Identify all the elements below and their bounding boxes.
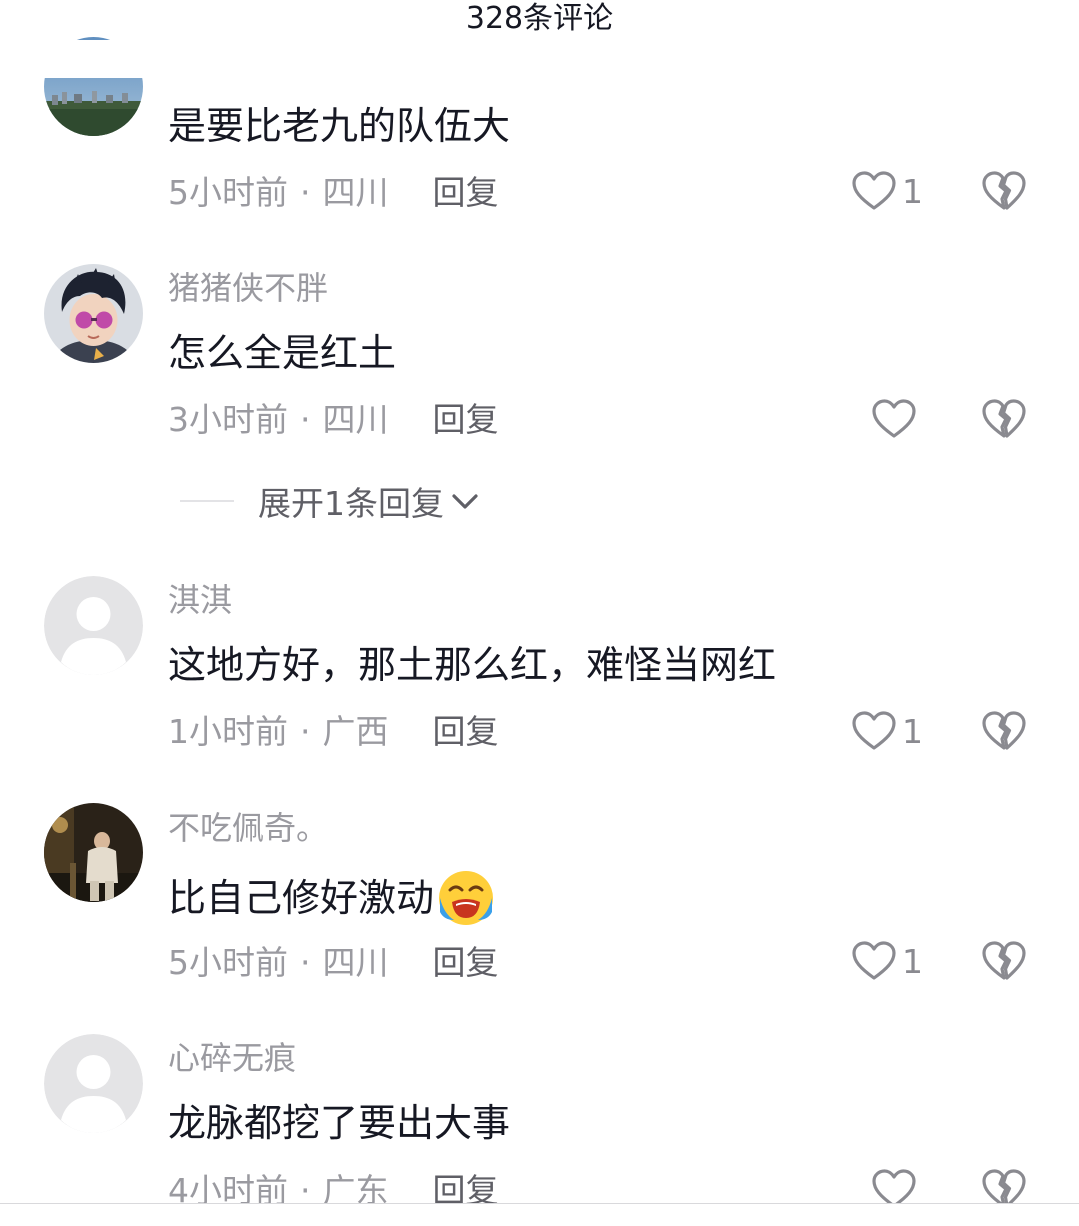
dislike-button[interactable] [980, 708, 1028, 756]
comment-username[interactable]: 淇淇 [168, 580, 232, 620]
heart-icon [870, 396, 918, 444]
avatar[interactable] [44, 576, 143, 675]
comment-time: 1小时前 [168, 712, 288, 751]
comment-meta: 1小时前 · 广西 回复 [168, 711, 499, 753]
like-button[interactable]: 1 [850, 168, 923, 216]
comment-meta: 5小时前 · 四川 回复 [168, 942, 499, 984]
comment-location: 广西 [322, 712, 389, 751]
dislike-button[interactable] [980, 168, 1028, 216]
separator-dot: · [300, 173, 311, 212]
comment-username[interactable]: 不吃佩奇。 [168, 808, 328, 848]
comment-content: 比自己修好激动 [168, 868, 496, 928]
comment-content: 龙脉都挖了要出大事 [168, 1101, 511, 1145]
like-count: 1 [902, 942, 923, 981]
heart-icon [850, 708, 898, 756]
comments-header: 328条评论 [0, 0, 1079, 40]
comment-username[interactable]: 猪猪侠不胖 [168, 268, 328, 308]
expand-replies-button[interactable]: 展开1条回复 [180, 478, 482, 524]
separator-dot: · [300, 400, 311, 439]
broken-heart-icon [980, 708, 1028, 756]
comment-meta: 5小时前 · 四川 回复 [168, 172, 499, 214]
broken-heart-icon [980, 168, 1028, 216]
like-count: 1 [902, 712, 923, 751]
reply-button[interactable]: 回复 [433, 712, 499, 751]
like-count: 1 [902, 172, 923, 211]
broken-heart-icon [980, 396, 1028, 444]
scroll-clip [40, 40, 150, 78]
chevron-down-icon [452, 494, 478, 509]
broken-heart-icon [980, 938, 1028, 986]
separator-dot: · [300, 943, 311, 982]
dislike-button[interactable] [980, 396, 1028, 444]
like-button[interactable]: 1 [850, 938, 923, 986]
reply-button[interactable]: 回复 [433, 400, 499, 439]
comment-time: 5小时前 [168, 173, 288, 212]
comment-content: 这地方好，那土那么红，难怪当网红 [168, 643, 777, 687]
reply-button[interactable]: 回复 [433, 173, 499, 212]
comment-count-title: 328条评论 [465, 1, 614, 36]
divider-line [180, 500, 234, 502]
comment-location: 四川 [322, 400, 389, 439]
heart-icon [850, 168, 898, 216]
heart-icon [850, 938, 898, 986]
comment-location: 四川 [322, 173, 389, 212]
reply-button[interactable]: 回复 [433, 943, 499, 982]
crying-face-emoji [439, 871, 494, 925]
expand-replies-label: 展开1条回复 [258, 484, 444, 523]
avatar[interactable] [44, 803, 143, 902]
comment-username[interactable]: 心碎无痕 [168, 1038, 296, 1078]
like-button[interactable]: 1 [850, 708, 923, 756]
comment-time: 5小时前 [168, 943, 288, 982]
comment-content: 是要比老九的队伍大 [168, 104, 511, 148]
separator-dot: · [300, 712, 311, 751]
comment-meta: 3小时前 · 四川 回复 [168, 399, 499, 441]
like-button[interactable] [870, 396, 918, 444]
comment-content: 怎么全是红土 [168, 331, 397, 375]
comment-time: 3小时前 [168, 400, 288, 439]
comment-location: 四川 [322, 943, 389, 982]
bottom-bar [0, 1204, 1079, 1226]
avatar[interactable] [44, 264, 143, 363]
avatar[interactable] [44, 1034, 143, 1133]
dislike-button[interactable] [980, 938, 1028, 986]
comment-text: 比自己修好激动 [168, 876, 435, 920]
